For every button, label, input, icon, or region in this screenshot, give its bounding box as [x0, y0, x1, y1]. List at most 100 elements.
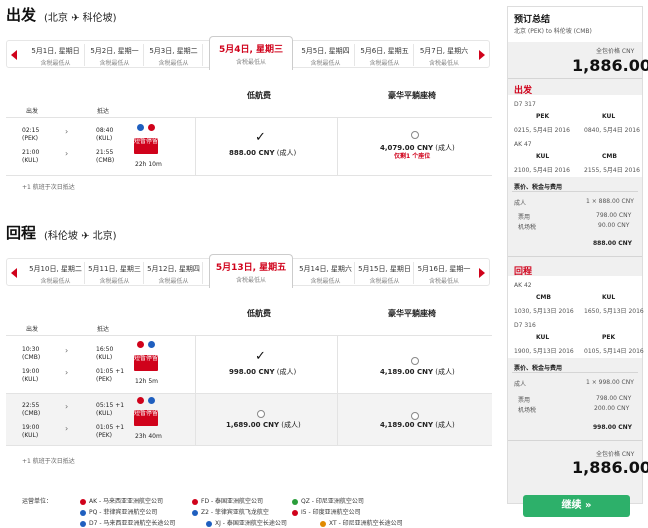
col-depart: 出发 [26, 326, 39, 333]
arrow-left-icon[interactable] [11, 50, 17, 60]
operator-item: FD - 泰国亚洲航空公司 [192, 496, 263, 505]
date-tab[interactable]: 5月7日, 星期六 含税最低从 [415, 44, 473, 67]
date-tab[interactable]: 5月10日, 星期二 含税最低从 [27, 262, 85, 285]
arrow-right-icon[interactable] [479, 268, 485, 278]
seg-time: 2155, 5月4日 2016 [584, 167, 640, 174]
operator-item: PQ - 菲律宾亚洲航空公司 [80, 507, 157, 516]
date-tab[interactable]: 5月5日, 星期四 含税最低从 [297, 44, 355, 67]
airport-code: KUL [602, 113, 616, 120]
date-tab[interactable]: 5月15日, 星期日 含税最低从 [356, 262, 414, 285]
flight-number: AK 42 [514, 282, 532, 289]
tax-label: 机场税 [518, 407, 537, 414]
outbound-subtotal: 888.00 CNY [593, 240, 633, 247]
radio-icon[interactable] [257, 410, 265, 418]
next-day-note: +1 航班于次日抵达 [22, 458, 75, 465]
inbound-title: 回程 [6, 224, 37, 242]
date-tab[interactable]: 5月12日, 星期四 含税最低从 [145, 262, 203, 285]
date-tab[interactable]: 5月16日, 星期一 含税最低从 [415, 262, 473, 285]
chevron-right-icon: › [65, 368, 69, 377]
radio-icon[interactable] [411, 412, 419, 420]
tax-label: 机场税 [518, 224, 537, 231]
airport-code: CMB [536, 294, 551, 301]
operator-item: Z2 - 菲律宾亚航飞龙航空 [192, 507, 269, 516]
premium-price[interactable]: 4,189.00 CNY (成人) [380, 367, 455, 377]
arrive-time: 01:05 +1 (PEK) [96, 368, 125, 383]
checkmark-icon[interactable]: ✓ [255, 130, 266, 145]
checkmark-icon[interactable]: ✓ [255, 349, 266, 364]
chevron-right-icon: › [65, 424, 69, 433]
seg-time: 1650, 5月13日 2016 [584, 308, 644, 315]
tax-value: 200.00 CNY [594, 405, 630, 412]
inbound-subtotal: 998.00 CNY [593, 424, 633, 431]
depart-time: 19:00 (KUL) [22, 368, 40, 383]
operator-item: XJ - 泰国亚洲航空长途公司 [206, 518, 287, 527]
flight-duration: 22h 10m [135, 161, 162, 168]
continue-button[interactable]: 继续 » [523, 495, 630, 517]
airport-code: PEK [536, 113, 550, 120]
stopover-badge[interactable]: 短暂停留 [134, 138, 158, 154]
operator-label: 运营单位： [22, 498, 53, 505]
stopover-badge[interactable]: 短暂停留 [134, 355, 158, 371]
arrive-time: 21:55 (CMB) [96, 149, 115, 164]
date-tab[interactable]: 5月1日, 星期日 含税最低从 [27, 44, 85, 67]
date-tab-selected[interactable]: 5月13日, 星期五 含税最低从 [209, 254, 293, 288]
date-tab[interactable]: 5月6日, 星期五 含税最低从 [356, 44, 414, 67]
airline-logo-icon [206, 520, 212, 527]
arrow-left-icon[interactable] [11, 268, 17, 278]
flight-number: AK 47 [514, 141, 532, 148]
tax-value: 90.00 CNY [598, 222, 630, 229]
premium-price[interactable]: 4,189.00 CNY (成人) [380, 420, 455, 430]
airline-logo-icon [192, 498, 198, 505]
col-arrive: 抵达 [97, 108, 110, 115]
stopover-badge[interactable]: 短暂停留 [134, 410, 158, 426]
operator-item: AK - 马来西亚亚洲航空公司 [80, 496, 163, 505]
airport-code: PEK [602, 334, 616, 341]
airline-logo-icon [148, 341, 155, 348]
chevron-right-icon: › [65, 346, 69, 355]
airline-logo-icon [80, 498, 86, 505]
radio-icon[interactable] [411, 131, 419, 139]
airline-logo-icon [137, 341, 144, 348]
outbound-date-bar: 5月1日, 星期日 含税最低从 5月2日, 星期一 含税最低从 5月3日, 星期二含… [6, 36, 490, 70]
col-arrive: 抵达 [97, 326, 110, 333]
fare-label: 票用 [518, 214, 531, 221]
total-label: 全包价格 CNY [596, 451, 635, 458]
inbound-route: (科伦坡 ✈ 北京) [44, 231, 117, 242]
seg-time: 0215, 5月4日 2016 [514, 127, 570, 134]
depart-time: 21:00 (KUL) [22, 149, 40, 164]
fare-value: 798.00 CNY [596, 395, 632, 402]
date-tab-selected[interactable]: 5月4日, 星期三 含税最低从 [209, 36, 293, 70]
chevron-right-icon: › [65, 402, 69, 411]
airline-logo-icon [137, 124, 144, 131]
date-tab[interactable]: 5月3日, 星期二 含税最低从 [145, 44, 203, 67]
radio-icon[interactable] [411, 357, 419, 365]
low-fare-price[interactable]: 998.00 CNY (成人) [229, 367, 296, 377]
low-fare-price[interactable]: 888.00 CNY (成人) [229, 148, 296, 158]
flight-duration: 23h 40m [135, 433, 162, 440]
col-depart: 出发 [26, 108, 39, 115]
date-tab[interactable]: 5月14日, 星期六 含税最低从 [297, 262, 355, 285]
chevron-right-icon: › [65, 149, 69, 158]
date-tab[interactable]: 5月11日, 星期三 含税最低从 [86, 262, 144, 285]
airline-logo-icon [320, 520, 326, 527]
outbound-route: (北京 ✈ 科伦坡) [44, 13, 117, 24]
total-price: 1,886.00 [572, 458, 648, 477]
operator-item: QZ - 印尼亚洲航空公司 [292, 496, 364, 505]
airport-code: KUL [602, 294, 616, 301]
fare-value: 798.00 CNY [596, 212, 632, 219]
arrive-time: 01:05 +1 (PEK) [96, 424, 125, 439]
depart-time: 02:15 (PEK) [22, 127, 40, 142]
airline-logo-icon [80, 520, 86, 527]
fees-label: 票价、税金与费用 [514, 184, 563, 191]
airline-logo-icon [148, 124, 155, 131]
total-label: 全包价格 CNY [596, 48, 635, 55]
airport-code: KUL [536, 153, 550, 160]
low-fare-price[interactable]: 1,689.00 CNY (成人) [226, 420, 301, 430]
inbound-date-bar: 5月10日, 星期二 含税最低从 5月11日, 星期三 含税最低从 5月12日, 星… [6, 254, 490, 288]
summary-route: 北京 (PEK) to 科伦坡 (CMB) [514, 28, 592, 35]
airline-logo-icon [80, 509, 86, 516]
date-tab[interactable]: 5月2日, 星期一 含税最低从 [86, 44, 144, 67]
arrow-right-icon[interactable] [479, 50, 485, 60]
flight-duration: 12h 5m [135, 378, 159, 385]
arrive-time: 08:40 (KUL) [96, 127, 114, 142]
